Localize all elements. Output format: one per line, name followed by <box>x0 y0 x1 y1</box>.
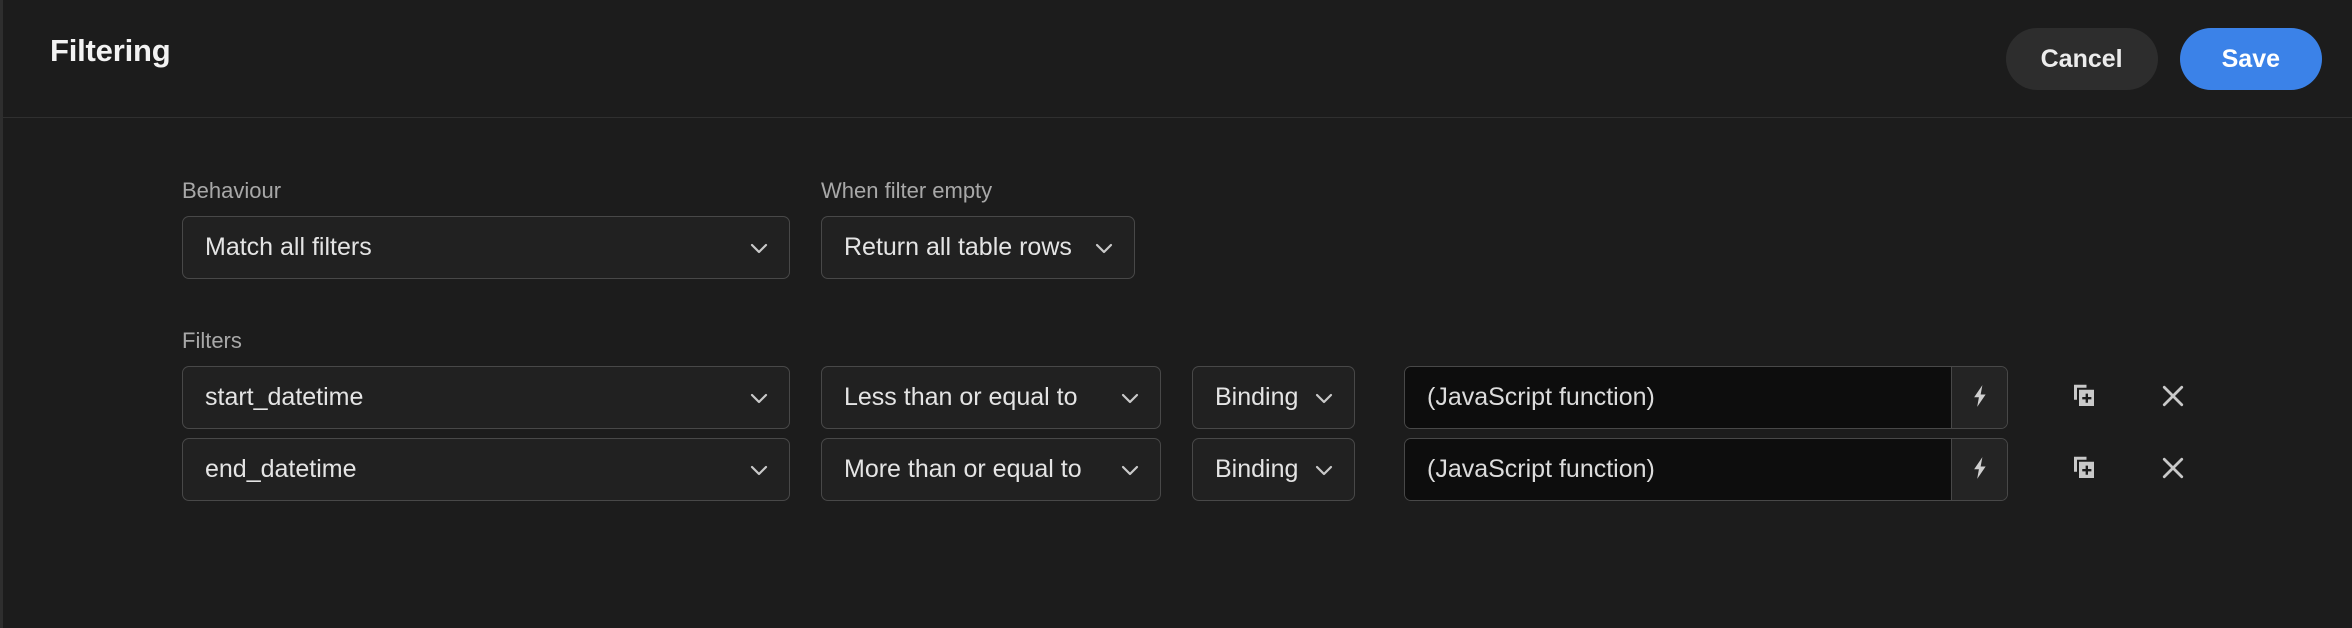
filter-operator-value: Less than or equal to <box>844 383 1078 411</box>
filter-source-value: Binding <box>1215 383 1299 411</box>
when-filter-empty-field: When filter empty Return all table rows <box>821 178 1135 279</box>
table-row: start_datetime Less than or equal to Bin… <box>182 366 2194 429</box>
when-filter-empty-select-value: Return all table rows <box>844 233 1072 261</box>
filter-field-value: start_datetime <box>205 383 364 411</box>
lightning-bolt-icon <box>1967 455 1993 484</box>
chevron-down-icon <box>1312 386 1336 410</box>
save-button[interactable]: Save <box>2179 28 2322 90</box>
page-title: Filtering <box>50 33 171 68</box>
filtering-panel: Filtering Cancel Save Behaviour Match al… <box>0 0 2352 628</box>
table-row: end_datetime More than or equal to Bindi… <box>182 438 2194 501</box>
chevron-down-icon <box>1118 386 1142 410</box>
lightning-bolt-icon-button[interactable] <box>1951 439 2007 500</box>
duplicate-filter-button[interactable] <box>2063 377 2105 419</box>
when-filter-empty-label: When filter empty <box>821 178 993 203</box>
chevron-down-icon <box>1118 458 1142 482</box>
filters-section: Filters start_datetime Less than or equa… <box>182 328 2194 501</box>
lightning-bolt-icon-button[interactable] <box>1951 367 2007 428</box>
filter-operator-select[interactable]: Less than or equal to <box>821 366 1161 429</box>
close-icon <box>2158 381 2188 414</box>
delete-filter-button[interactable] <box>2152 377 2194 419</box>
chevron-down-icon <box>747 458 771 482</box>
duplicate-filter-button[interactable] <box>2063 449 2105 491</box>
chevron-down-icon <box>747 236 771 260</box>
when-filter-empty-select[interactable]: Return all table rows <box>821 216 1135 279</box>
filter-source-select[interactable]: Binding <box>1192 438 1355 501</box>
filter-operator-select[interactable]: More than or equal to <box>821 438 1161 501</box>
chevron-down-icon <box>747 386 771 410</box>
filter-value-input[interactable] <box>1405 367 1951 428</box>
filters-label: Filters <box>182 328 242 353</box>
filter-value-input[interactable] <box>1405 439 1951 500</box>
filter-field-select[interactable]: end_datetime <box>182 438 790 501</box>
duplicate-icon <box>2069 381 2099 414</box>
panel-header: Filtering Cancel Save <box>3 0 2352 118</box>
chevron-down-icon <box>1312 458 1336 482</box>
behaviour-select-value: Match all filters <box>205 233 372 261</box>
duplicate-icon <box>2069 453 2099 486</box>
delete-filter-button[interactable] <box>2152 449 2194 491</box>
lightning-bolt-icon <box>1967 383 1993 412</box>
behaviour-select[interactable]: Match all filters <box>182 216 790 279</box>
filter-field-select[interactable]: start_datetime <box>182 366 790 429</box>
filter-source-select[interactable]: Binding <box>1192 366 1355 429</box>
chevron-down-icon <box>1092 236 1116 260</box>
panel-body: Behaviour Match all filters When filter … <box>3 118 2352 628</box>
header-actions: Cancel Save <box>2005 28 2322 90</box>
cancel-button[interactable]: Cancel <box>2005 28 2158 90</box>
filter-rows: start_datetime Less than or equal to Bin… <box>182 366 2194 501</box>
behaviour-label: Behaviour <box>182 178 282 203</box>
filter-operator-value: More than or equal to <box>844 455 1082 483</box>
settings-row: Behaviour Match all filters When filter … <box>182 178 1135 279</box>
filter-value-combo <box>1404 366 2008 429</box>
filter-value-combo <box>1404 438 2008 501</box>
close-icon <box>2158 453 2188 486</box>
filter-field-value: end_datetime <box>205 455 357 483</box>
behaviour-field: Behaviour Match all filters <box>182 178 790 279</box>
filter-source-value: Binding <box>1215 455 1299 483</box>
